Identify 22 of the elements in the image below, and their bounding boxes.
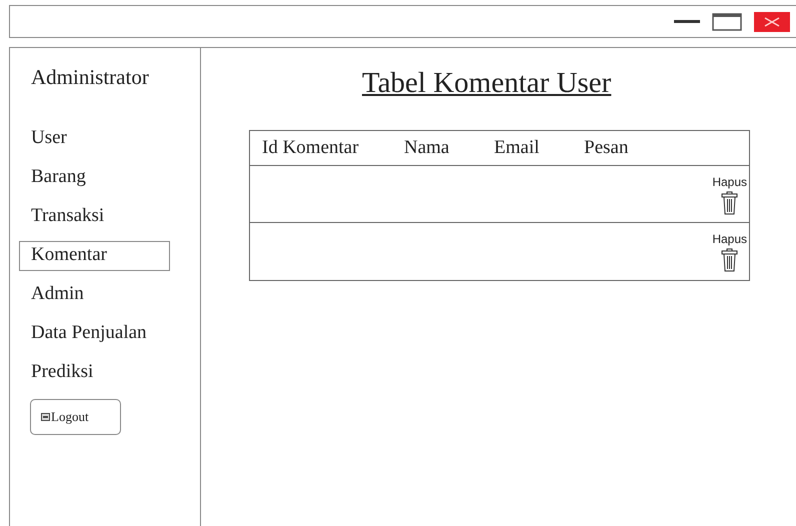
minimize-icon[interactable]: [674, 20, 700, 24]
column-header: Pesan: [584, 136, 630, 160]
nav-item[interactable]: Data Penjualan: [19, 319, 170, 349]
nav-item[interactable]: Transaksi: [19, 202, 170, 232]
nav-item[interactable]: Komentar: [19, 241, 170, 271]
delete-link[interactable]: Hapus: [712, 175, 747, 189]
logout-button[interactable]: Logout: [30, 399, 121, 435]
column-header: Email: [494, 136, 540, 160]
column-header: Id Komentar: [262, 136, 360, 160]
nav-item[interactable]: User: [19, 124, 170, 154]
logout-icon: [41, 413, 50, 421]
nav-item[interactable]: Prediksi: [19, 358, 170, 388]
maximize-icon[interactable]: [712, 12, 742, 30]
close-icon[interactable]: [754, 12, 790, 32]
trash-icon[interactable]: [721, 248, 738, 272]
trash-icon[interactable]: [721, 191, 738, 215]
column-header: Nama: [404, 136, 450, 160]
page-title: Tabel Komentar User: [362, 66, 612, 101]
nav-item[interactable]: Barang: [19, 163, 170, 193]
delete-link[interactable]: Hapus: [712, 232, 747, 246]
nav-item[interactable]: Admin: [19, 280, 170, 310]
sidebar-title: Administrator: [31, 65, 149, 89]
